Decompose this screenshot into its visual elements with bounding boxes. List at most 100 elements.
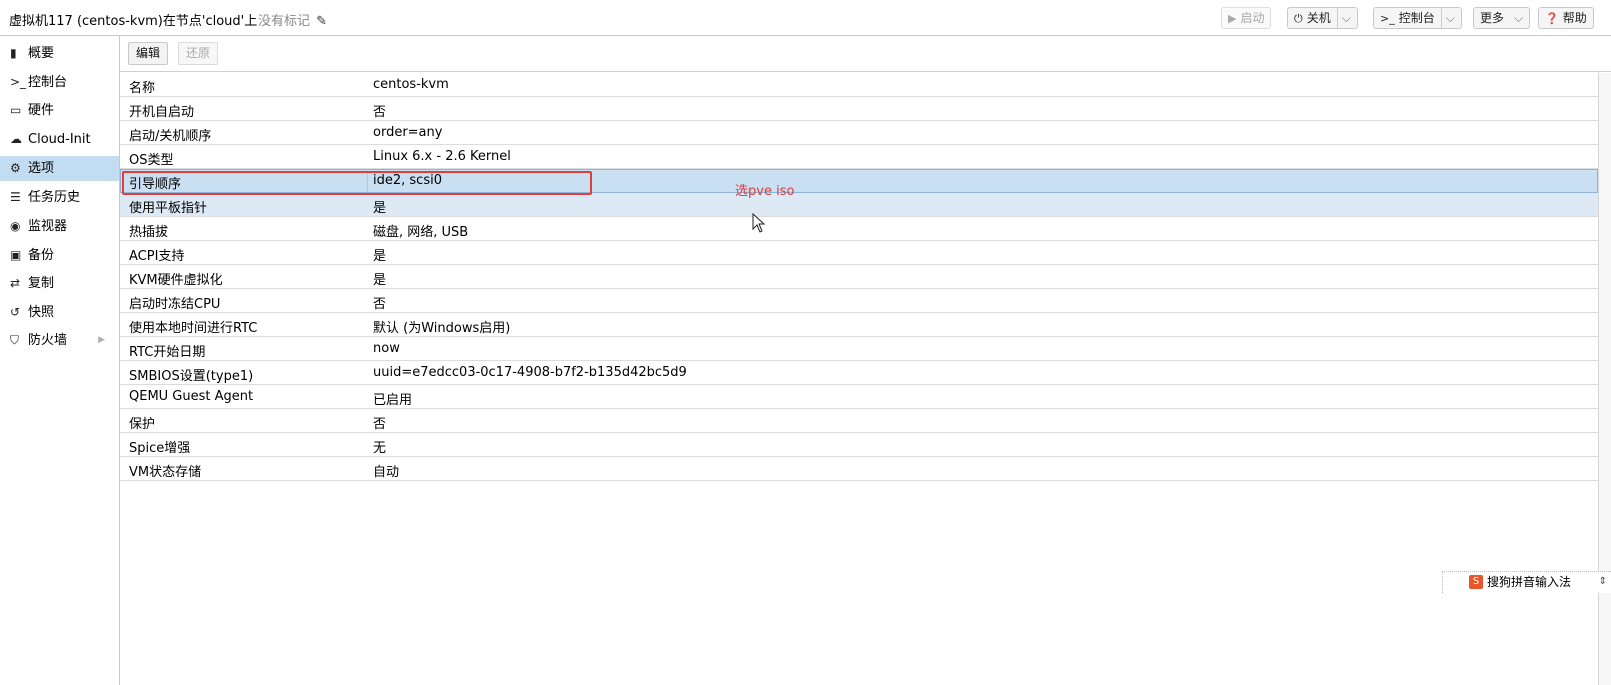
option-value: 否	[373, 105, 387, 120]
option-value: 自动	[373, 465, 400, 480]
mouse-cursor-icon	[752, 213, 766, 233]
table-row[interactable]: SMBIOS设置(type1) uuid=e7edcc03-0c17-4908-b…	[120, 361, 1598, 385]
option-value: ide2, scsi0	[373, 173, 442, 188]
options-panel: 编辑 还原 名称 centos-kvm 开机自启动否 启动/关机顺序 order=a…	[120, 36, 1611, 685]
expand-arrow-icon[interactable]: ▶	[98, 328, 105, 353]
option-value: 默认 (为Windows启用)	[373, 321, 511, 336]
table-row[interactable]: 使用本地时间进行RTC 默认 (为Windows启用)	[120, 313, 1598, 337]
table-row-selected[interactable]: 引导顺序 ide2, scsi0	[120, 169, 1598, 193]
table-row[interactable]: Spice增强 无	[120, 433, 1598, 457]
cloud-icon: ☁	[10, 132, 22, 146]
chevron-down-icon[interactable]: ⌵	[1440, 8, 1455, 28]
option-key: RTC开始日期	[129, 345, 206, 360]
eye-icon: ◉	[10, 219, 21, 233]
history-icon: ↺	[10, 305, 21, 319]
shield-icon: ⛉	[10, 333, 20, 347]
sidebar-item-replication[interactable]: ⇄ 复制	[0, 271, 119, 296]
tags-label: 没有标记	[258, 14, 311, 29]
sidebar-item-snapshots[interactable]: ↺ 快照	[0, 300, 119, 325]
terminal-icon: >_	[10, 75, 27, 89]
terminal-icon: >_	[1380, 12, 1395, 25]
table-row[interactable]: 使用平板指针 是	[120, 193, 1598, 217]
sogou-logo-icon: S	[1469, 575, 1483, 589]
option-key: OS类型	[129, 153, 174, 168]
revert-button[interactable]: 还原	[178, 42, 219, 65]
option-key: Spice增强	[129, 441, 191, 456]
option-value: 否	[373, 297, 387, 312]
sidebar-item-console[interactable]: >_ 控制台	[0, 70, 119, 95]
table-row[interactable]: OS类型 Linux 6.x - 2.6 Kernel	[120, 145, 1598, 169]
column-divider	[367, 169, 368, 192]
annotation-text: 选pve iso	[735, 184, 795, 199]
list-icon: ☰	[10, 190, 21, 204]
book-icon: ▮	[10, 46, 17, 60]
table-row[interactable]: 启动/关机顺序 order=any	[120, 121, 1598, 145]
header: 虚拟机117 (centos-kvm)在节点'cloud'上 没有标记 ✎ ▶ 启…	[0, 0, 1611, 36]
table-row[interactable]: 启动时冻结CPU 否	[120, 289, 1598, 313]
vertical-scrollbar[interactable]	[1598, 73, 1611, 685]
sidebar-item-monitor[interactable]: ◉ 监视器	[0, 214, 119, 239]
table-row[interactable]: 名称 centos-kvm	[120, 73, 1598, 97]
table-row[interactable]: RTC开始日期 now	[120, 337, 1598, 361]
table-row[interactable]: 保护 否	[120, 409, 1598, 433]
tags-editor[interactable]: 没有标记 ✎	[258, 10, 327, 29]
option-key: 保护	[129, 417, 156, 432]
table-row[interactable]: 热插拔 磁盘, 网络, USB	[120, 217, 1598, 241]
sidebar-item-summary[interactable]: ▮ 概要	[0, 41, 119, 66]
option-key: 使用平板指针	[129, 201, 208, 216]
table-row[interactable]: KVM硬件虚拟化 是	[120, 265, 1598, 289]
option-key: 启动/关机顺序	[129, 129, 212, 144]
ime-label: 搜狗拼音输入法	[1487, 575, 1572, 589]
table-row[interactable]: QEMU Guest Agent 已启用	[120, 385, 1598, 409]
console-button[interactable]: >_ 控制台 ⌵	[1373, 7, 1462, 29]
option-value: order=any	[373, 125, 443, 140]
table-row[interactable]: ACPI支持 是	[120, 241, 1598, 265]
option-value: 磁盘, 网络, USB	[373, 225, 469, 240]
sidebar-item-options[interactable]: ⚙ 选项	[0, 156, 119, 181]
sidebar-item-task-history[interactable]: ☰ 任务历史	[0, 185, 119, 210]
option-key: 引导顺序	[129, 177, 182, 192]
option-value: centos-kvm	[373, 77, 449, 92]
option-key: QEMU Guest Agent	[129, 389, 254, 404]
option-value: 否	[373, 417, 387, 432]
ime-dropdown-icon[interactable]: ⇕	[1599, 572, 1607, 592]
option-key: 使用本地时间进行RTC	[129, 321, 258, 336]
option-key: ACPI支持	[129, 249, 185, 264]
sidebar-item-cloud-init[interactable]: ☁ Cloud-Init	[0, 127, 119, 152]
vm-title: 虚拟机117 (centos-kvm)在节点'cloud'上	[9, 14, 258, 29]
play-icon: ▶	[1228, 12, 1237, 25]
sidebar-item-backup[interactable]: ▣ 备份	[0, 243, 119, 268]
shutdown-button[interactable]: ⏻ 关机 ⌵	[1287, 7, 1358, 29]
ime-toolbar[interactable]: S 搜狗拼音输入法 ⇕	[1442, 571, 1611, 593]
pencil-icon[interactable]: ✎	[316, 14, 327, 29]
option-value: 是	[373, 273, 387, 288]
option-key: 热插拔	[129, 225, 169, 240]
option-value: uuid=e7edcc03-0c17-4908-b7f2-b135d42bc5d…	[373, 365, 687, 380]
sidebar: ▮ 概要 >_ 控制台 ▭ 硬件 ☁ Cloud-Init ⚙ 选项 ☰ 任务历史 ◉ 监视器…	[0, 36, 120, 685]
more-button[interactable]: 更多 ⌵	[1473, 7, 1531, 29]
option-key: VM状态存储	[129, 465, 202, 480]
sidebar-item-hardware[interactable]: ▭ 硬件	[0, 98, 119, 123]
option-key: KVM硬件虚拟化	[129, 273, 223, 288]
chevron-down-icon: ⌵	[1514, 11, 1524, 25]
gear-icon: ⚙	[10, 161, 21, 175]
option-value: 是	[373, 201, 387, 216]
option-value: now	[373, 341, 400, 356]
start-button[interactable]: ▶ 启动	[1221, 7, 1272, 29]
sidebar-item-firewall[interactable]: ⛉ 防火墙 ▶	[0, 328, 119, 353]
options-toolbar: 编辑 还原	[120, 36, 1611, 72]
edit-button[interactable]: 编辑	[128, 42, 169, 65]
table-row[interactable]: 开机自启动 否	[120, 97, 1598, 121]
chevron-down-icon[interactable]: ⌵	[1336, 8, 1351, 28]
question-circle-icon: ❓	[1545, 12, 1559, 25]
retweet-icon: ⇄	[10, 276, 21, 290]
option-value: 无	[373, 441, 387, 456]
help-button[interactable]: ❓ 帮助	[1538, 7, 1594, 29]
monitor-icon: ▭	[10, 103, 22, 117]
table-row[interactable]: VM状态存储 自动	[120, 457, 1598, 481]
option-key: SMBIOS设置(type1)	[129, 369, 254, 384]
option-value: 已启用	[373, 393, 413, 408]
option-key: 启动时冻结CPU	[129, 297, 221, 312]
option-value: 是	[373, 249, 387, 264]
option-value: Linux 6.x - 2.6 Kernel	[373, 149, 511, 164]
